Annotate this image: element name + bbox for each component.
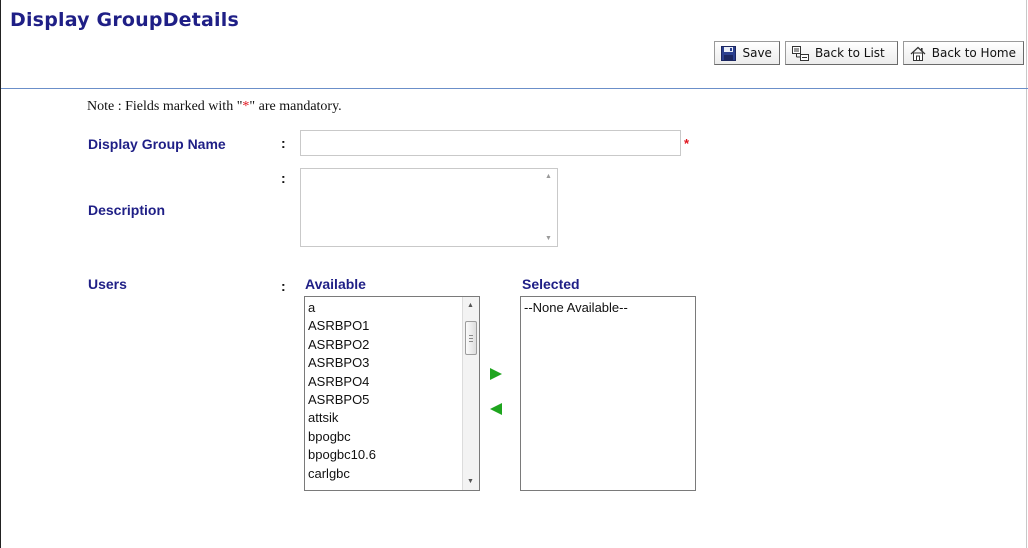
- users-colon: :: [281, 278, 286, 294]
- display-group-name-label: Display Group Name: [88, 136, 226, 152]
- triangle-left-icon: [490, 403, 502, 415]
- required-marker: *: [684, 136, 690, 151]
- selected-users-listbox[interactable]: --None Available--: [520, 296, 696, 491]
- back-to-list-button[interactable]: Back to List: [784, 41, 898, 65]
- scroll-down-icon: ▼: [545, 235, 552, 242]
- house-icon: [910, 46, 926, 61]
- display-group-name-input[interactable]: [300, 130, 681, 156]
- available-users-listbox[interactable]: a ASRBPO1 ASRBPO2 ASRBPO3 ASRBPO4 ASRBPO5 atts…: [304, 296, 480, 491]
- available-users-list: a ASRBPO1 ASRBPO2 ASRBPO3 ASRBPO4 ASRBPO5 atts…: [305, 297, 479, 483]
- move-left-button[interactable]: [489, 402, 503, 416]
- header-divider: [1, 88, 1028, 89]
- toolbar: Save Back to List Back to Home: [714, 41, 1024, 65]
- scroll-down-icon: ▼: [467, 478, 474, 485]
- available-scrollbar[interactable]: ▲ ▼: [462, 297, 479, 490]
- description-textarea[interactable]: ▲ ▼: [300, 168, 558, 247]
- list-item[interactable]: carlgbc: [308, 465, 479, 483]
- back-to-list-label: Back to List: [814, 46, 885, 60]
- page-title: Display GroupDetails: [10, 9, 239, 31]
- selected-users-list: --None Available--: [521, 297, 695, 317]
- list-item[interactable]: ASRBPO2: [308, 336, 479, 354]
- page-frame: [0, 0, 1027, 548]
- back-to-home-label: Back to Home: [931, 46, 1016, 60]
- list-icon: [791, 45, 809, 61]
- list-item[interactable]: attsik: [308, 409, 479, 427]
- save-button[interactable]: Save: [714, 41, 780, 65]
- list-item[interactable]: ASRBPO5: [308, 391, 479, 409]
- list-item[interactable]: bpogbc: [308, 428, 479, 446]
- display-group-name-colon: :: [281, 135, 286, 151]
- note-prefix: Note : Fields marked with ": [87, 99, 243, 114]
- selected-header: Selected: [522, 276, 580, 292]
- list-item[interactable]: a: [308, 299, 479, 317]
- list-item[interactable]: ASRBPO4: [308, 373, 479, 391]
- triangle-right-icon: [490, 368, 502, 380]
- note-suffix: " are mandatory.: [249, 99, 342, 114]
- description-colon: :: [281, 170, 286, 186]
- floppy-disk-icon: [721, 45, 737, 61]
- move-right-button[interactable]: [489, 367, 503, 381]
- list-item[interactable]: ASRBPO1: [308, 317, 479, 335]
- mandatory-note: Note : Fields marked with "*" are mandat…: [87, 99, 342, 115]
- users-label: Users: [88, 276, 127, 292]
- list-item[interactable]: --None Available--: [524, 299, 695, 317]
- back-to-home-button[interactable]: Back to Home: [902, 41, 1024, 65]
- description-scrollbar[interactable]: ▲ ▼: [543, 173, 555, 242]
- scroll-up-icon: ▲: [545, 173, 552, 180]
- list-item[interactable]: bpogbc10.6: [308, 446, 479, 464]
- available-header: Available: [305, 276, 366, 292]
- scroll-up-icon: ▲: [467, 302, 474, 309]
- description-label: Description: [88, 202, 166, 218]
- save-button-label: Save: [742, 46, 772, 60]
- scrollbar-thumb[interactable]: [465, 321, 477, 355]
- list-item[interactable]: ASRBPO3: [308, 354, 479, 372]
